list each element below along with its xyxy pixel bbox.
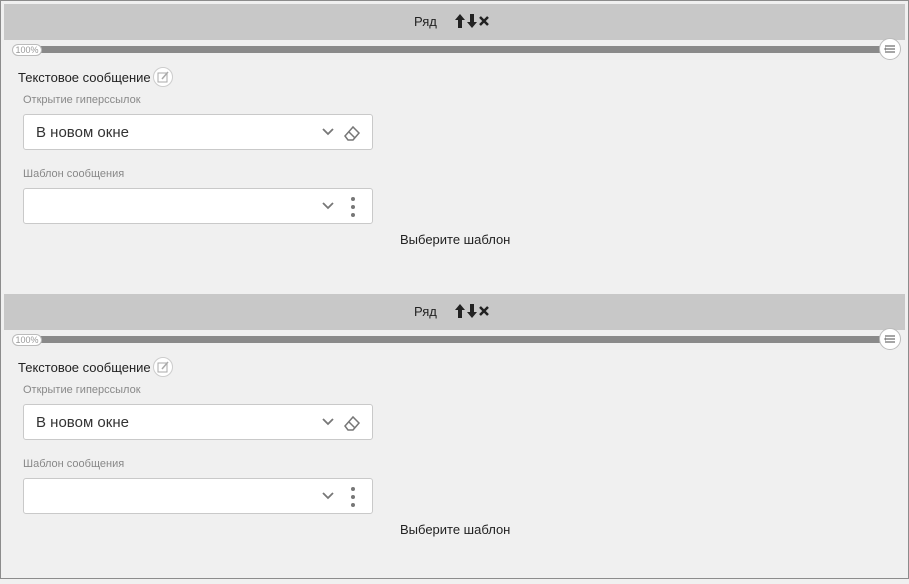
width-progress[interactable]: 100% (12, 38, 901, 60)
hyperlinks-value: В новом окне (36, 124, 129, 141)
row-actions (454, 301, 490, 321)
arrow-up-icon[interactable] (454, 13, 466, 29)
chevron-down-icon[interactable] (321, 125, 335, 139)
edit-icon[interactable] (152, 67, 173, 87)
section-title: Текстовое сообщение (18, 357, 173, 377)
hyperlinks-value: В новом окне (36, 414, 129, 431)
choose-template-text: Выберите шаблон (400, 232, 511, 247)
row-title: Ряд (414, 304, 437, 319)
hyperlinks-select[interactable]: В новом окне (23, 114, 373, 150)
eraser-icon[interactable] (342, 123, 362, 143)
hyperlinks-select[interactable]: В новом окне (23, 404, 373, 440)
template-label: Шаблон сообщения (23, 458, 125, 470)
progress-track (38, 336, 888, 343)
progress-fill (38, 46, 888, 53)
section-title-text: Текстовое сообщение (18, 359, 151, 375)
section-title-text: Текстовое сообщение (18, 69, 151, 85)
progress-fill (38, 336, 888, 343)
row-actions (454, 11, 490, 31)
close-icon[interactable] (478, 303, 490, 319)
hyperlinks-label: Открытие гиперссылок (23, 384, 141, 396)
arrow-down-icon[interactable] (466, 303, 478, 319)
list-icon[interactable] (879, 38, 901, 60)
row-block: Ряд 100% Текстовое сообщение Открытие ги… (4, 4, 905, 294)
arrow-down-icon[interactable] (466, 13, 478, 29)
section-title: Текстовое сообщение (18, 67, 173, 87)
eraser-icon[interactable] (342, 413, 362, 433)
edit-icon[interactable] (152, 357, 173, 377)
progress-track (38, 46, 888, 53)
width-progress[interactable]: 100% (12, 328, 901, 350)
app-window: Ряд 100% Текстовое сообщение Открытие ги… (0, 0, 909, 579)
arrow-up-icon[interactable] (454, 303, 466, 319)
template-select[interactable] (23, 478, 373, 514)
close-icon[interactable] (478, 13, 490, 29)
progress-label: 100% (12, 334, 42, 346)
content-area: Ряд 100% Текстовое сообщение Открытие ги… (4, 4, 905, 575)
more-vertical-icon[interactable] (348, 196, 358, 218)
progress-label: 100% (12, 44, 42, 56)
hyperlinks-label: Открытие гиперссылок (23, 94, 141, 106)
list-icon[interactable] (879, 328, 901, 350)
row-title: Ряд (414, 14, 437, 29)
more-vertical-icon[interactable] (348, 486, 358, 508)
choose-template-text: Выберите шаблон (400, 522, 511, 537)
chevron-down-icon[interactable] (321, 489, 335, 503)
template-label: Шаблон сообщения (23, 168, 125, 180)
template-select[interactable] (23, 188, 373, 224)
row-block: Ряд 100% Текстовое сообщение Открытие ги… (4, 294, 905, 584)
chevron-down-icon[interactable] (321, 199, 335, 213)
row-header: Ряд (4, 4, 905, 40)
chevron-down-icon[interactable] (321, 415, 335, 429)
row-header: Ряд (4, 294, 905, 330)
